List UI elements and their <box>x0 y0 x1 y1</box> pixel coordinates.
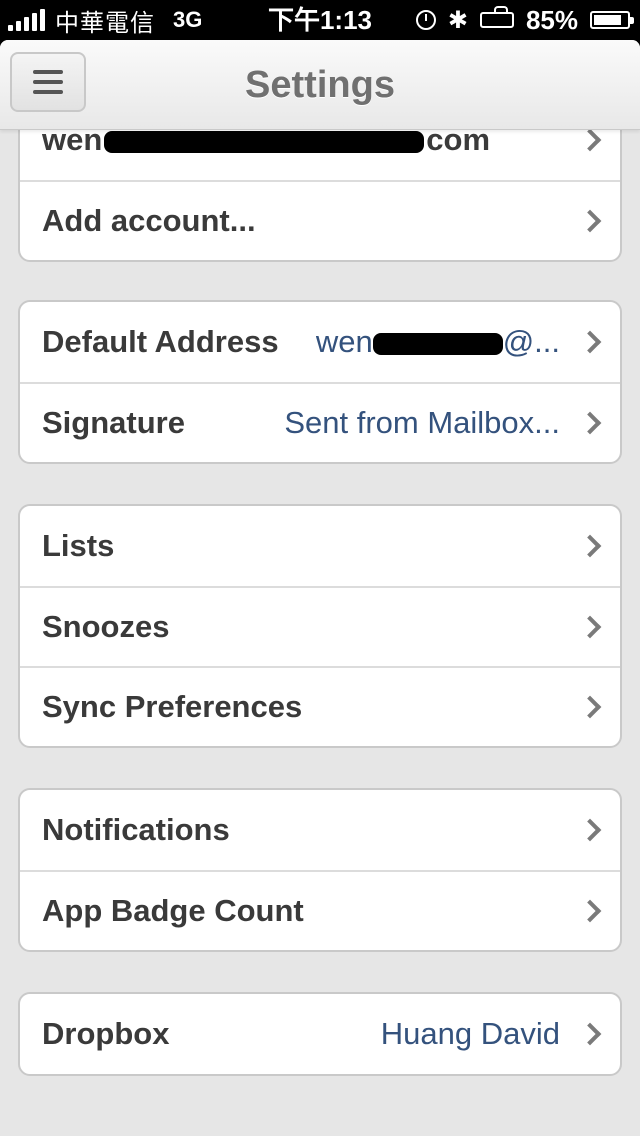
redaction-mark <box>104 130 425 153</box>
add-account-label: Add account... <box>42 203 256 238</box>
chevron-right-icon <box>578 818 602 842</box>
battery-percent: 85% <box>525 4 578 35</box>
redaction-mark <box>372 332 503 355</box>
notifications-group: Notifications App Badge Count <box>18 788 622 952</box>
app-badge-count-row[interactable]: App Badge Count <box>20 870 620 950</box>
chevron-right-icon <box>578 615 602 639</box>
signature-value: Sent from Mailbox... <box>284 405 560 440</box>
add-account-row[interactable]: Add account... <box>20 180 620 260</box>
chevron-right-icon <box>578 1022 602 1046</box>
dropbox-label: Dropbox <box>42 1016 170 1051</box>
integrations-group: Dropbox Huang David <box>18 992 622 1076</box>
lists-row[interactable]: Lists <box>20 506 620 586</box>
snoozes-label: Snoozes <box>42 609 170 644</box>
default-address-row[interactable]: Default Address wen @... <box>20 302 620 382</box>
default-address-value: wen @... <box>315 324 560 359</box>
lists-label: Lists <box>42 528 115 563</box>
chevron-right-icon <box>578 209 602 233</box>
clock-icon <box>415 10 436 30</box>
battery-icon <box>590 11 634 29</box>
dropbox-account-value: Huang David <box>380 1016 560 1051</box>
chevron-right-icon <box>578 534 602 558</box>
status-bar: 中華電信 3G 下午1:13 ✱ 85% <box>0 0 640 40</box>
chevron-right-icon <box>578 695 602 719</box>
dropbox-row[interactable]: Dropbox Huang David <box>20 994 620 1074</box>
notifications-row[interactable]: Notifications <box>20 790 620 870</box>
bluetooth-icon: ✱ <box>447 6 468 34</box>
signature-label: Signature <box>42 405 185 440</box>
page-title: Settings <box>245 64 395 106</box>
signature-row[interactable]: Signature Sent from Mailbox... <box>20 382 620 462</box>
settings-screen: Settings wen com Add account... Default A… <box>0 40 640 1136</box>
chevron-right-icon <box>578 330 602 354</box>
app-badge-count-label: App Badge Count <box>42 893 304 928</box>
default-address-label: Default Address <box>42 324 279 359</box>
sync-preferences-label: Sync Preferences <box>42 689 303 724</box>
chevron-right-icon <box>578 411 602 435</box>
chevron-right-icon <box>578 899 602 923</box>
organize-group: Lists Snoozes Sync Preferences <box>18 504 622 748</box>
snoozes-row[interactable]: Snoozes <box>20 586 620 666</box>
navigation-bar: Settings <box>0 40 640 130</box>
chevron-right-icon <box>578 128 602 152</box>
sync-preferences-row[interactable]: Sync Preferences <box>20 666 620 746</box>
notifications-label: Notifications <box>42 812 230 847</box>
orientation-lock-icon <box>479 6 514 28</box>
compose-group: Default Address wen @... Signature Sent f… <box>18 300 622 464</box>
